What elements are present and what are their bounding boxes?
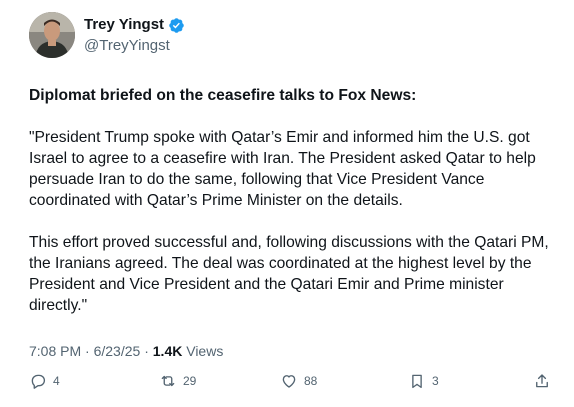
author-handle[interactable]: @TreyYingst [84,37,170,55]
reply-count: 4 [53,374,60,388]
reply-button[interactable]: 4 [29,370,60,392]
bookmark-icon [412,374,422,389]
share-button[interactable] [533,370,551,392]
avatar[interactable] [29,12,75,58]
heart-icon [282,375,296,388]
tweet-actions: 4 29 88 3 [29,370,551,392]
share-icon [536,374,548,388]
views-label: Views [186,343,224,359]
tweet-paragraph: This effort proved successful and, follo… [29,234,549,314]
repost-icon [161,375,175,387]
tweet-time[interactable]: 7:08 PM [29,343,81,359]
repost-button[interactable]: 29 [159,370,196,392]
tweet-headline: Diplomat briefed on the ceasefire talks … [29,87,417,104]
tweet-date[interactable]: 6/23/25 [94,343,141,359]
like-count: 88 [304,374,318,388]
avatar-image [29,12,75,58]
repost-count: 29 [183,374,197,388]
tweet-paragraph: "President Trump spoke with Qatar’s Emir… [29,129,536,209]
meta-separator: · [85,343,90,359]
author-display-name[interactable]: Trey Yingst [84,16,164,34]
verified-badge-icon [168,17,185,34]
tweet-body: Diplomat briefed on the ceasefire talks … [29,85,559,316]
author-name-row[interactable]: Trey Yingst [84,16,185,34]
bookmark-count: 3 [432,374,439,388]
tweet-card: Trey Yingst @TreyYingst Diplomat briefed… [0,0,574,407]
meta-separator: · [144,343,149,359]
views-count: 1.4K [152,343,183,359]
tweet-meta: 7:08 PM · 6/23/25 · 1.4K Views [29,342,223,360]
like-button[interactable]: 88 [280,370,317,392]
bookmark-button[interactable]: 3 [408,370,439,392]
reply-icon [31,374,46,389]
